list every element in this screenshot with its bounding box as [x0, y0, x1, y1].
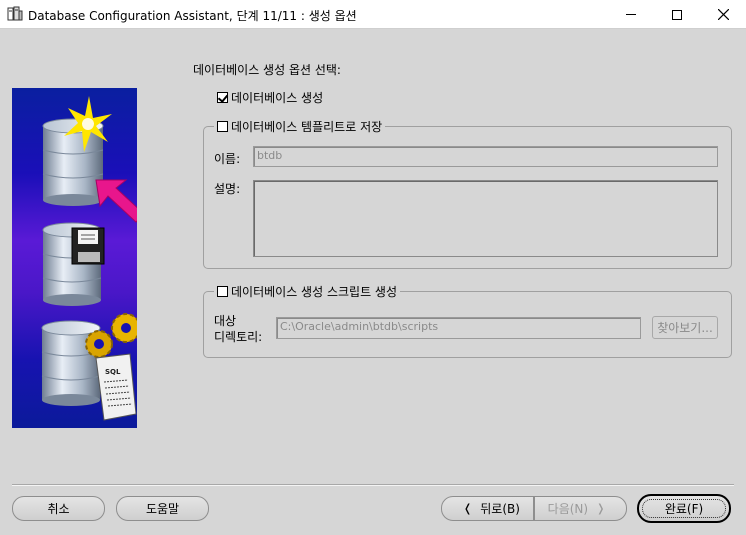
help-button[interactable]: 도움말 [116, 496, 209, 521]
destination-label-line1: 대상 [214, 314, 237, 328]
gear-icon [85, 313, 137, 358]
save-template-checkbox[interactable] [217, 121, 228, 132]
close-button[interactable] [700, 0, 746, 29]
generate-scripts-checkbox[interactable] [217, 286, 228, 297]
create-database-label: 데이터베이스 생성 [231, 91, 324, 105]
chevron-right-icon: ❭ [596, 502, 606, 515]
chevron-left-icon: ❬ [463, 502, 473, 515]
template-name-input[interactable]: btdb [253, 146, 718, 167]
floppy-disk-icon [71, 227, 105, 265]
options-heading: 데이터베이스 생성 옵션 선택: [193, 63, 341, 77]
finish-label: 완료(F) [664, 502, 704, 516]
sql-script-icon: SQL [95, 353, 137, 421]
minimize-button[interactable] [608, 0, 654, 29]
template-description-label: 설명: [214, 182, 241, 196]
svg-text:SQL: SQL [105, 368, 121, 376]
save-template-option[interactable]: 데이터베이스 템플리트로 저장 [214, 118, 386, 135]
cancel-button[interactable]: 취소 [12, 496, 105, 521]
footer-divider [12, 484, 734, 486]
next-label: 다음(N) [547, 502, 589, 516]
cancel-label: 취소 [47, 502, 70, 516]
pointer-arrow-icon [95, 179, 137, 223]
maximize-button[interactable] [654, 0, 700, 29]
browse-button[interactable]: 찾아보기... [652, 316, 718, 339]
destination-directory-label: 대상 디렉토리: [214, 313, 262, 345]
help-label: 도움말 [145, 502, 180, 516]
save-template-label: 데이터베이스 템플리트로 저장 [231, 120, 383, 134]
template-description-textarea[interactable] [253, 180, 718, 257]
database-app-icon [7, 6, 23, 22]
maximize-icon [672, 9, 682, 20]
template-name-label: 이름: [214, 152, 241, 166]
minimize-icon [626, 14, 636, 15]
generate-scripts-option[interactable]: 데이터베이스 생성 스크립트 생성 [214, 283, 401, 300]
window-title: Database Configuration Assistant, 단계 11/… [28, 9, 357, 23]
finish-button[interactable]: 완료(F) [637, 494, 731, 523]
wizard-illustration: SQL [12, 88, 137, 428]
destination-directory-input[interactable]: C:\Oracle\admin\btdb\scripts [276, 317, 641, 339]
create-database-checkbox[interactable] [217, 92, 228, 103]
back-label: 뒤로(B) [480, 502, 520, 516]
destination-label-line2: 디렉토리: [214, 330, 263, 344]
next-button[interactable]: 다음(N) ❭ [534, 496, 627, 521]
close-icon [717, 9, 729, 20]
create-database-option[interactable]: 데이터베이스 생성 [217, 89, 323, 106]
title-bar: Database Configuration Assistant, 단계 11/… [0, 0, 746, 29]
back-button[interactable]: ❬ 뒤로(B) [441, 496, 534, 521]
generate-scripts-label: 데이터베이스 생성 스크립트 생성 [231, 285, 398, 299]
